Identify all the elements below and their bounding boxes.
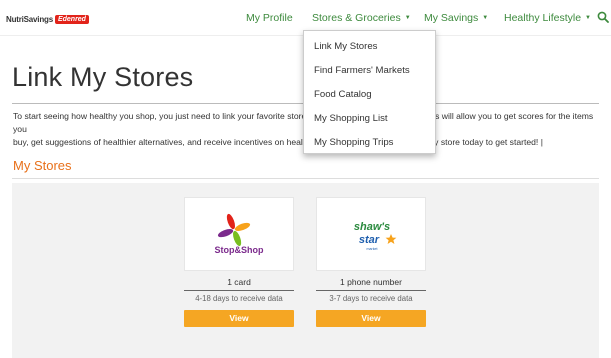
- nav-healthy-lifestyle[interactable]: Healthy Lifestyle ▼: [504, 12, 591, 24]
- view-button-stop-and-shop[interactable]: View: [184, 310, 294, 327]
- store-detail: 1 card: [227, 277, 251, 287]
- stores-panel: Stop&Shop 1 card 4-18 days to receive da…: [12, 183, 599, 358]
- shaws-logo-text: shaw's: [354, 221, 390, 233]
- caret-down-icon: ▼: [585, 15, 591, 21]
- market-logo-text: market: [367, 247, 378, 251]
- nav-healthy-lifestyle-label: Healthy Lifestyle: [504, 12, 582, 24]
- menu-item-link-my-stores[interactable]: Link My Stores: [314, 41, 377, 52]
- my-stores-heading: My Stores: [13, 158, 72, 173]
- search-icon[interactable]: [597, 11, 609, 23]
- store-data-time: 3-7 days to receive data: [329, 294, 413, 303]
- star-logo-text: star: [359, 234, 380, 246]
- nav-my-savings[interactable]: My Savings ▼: [424, 12, 488, 24]
- star-icon: [385, 234, 397, 244]
- stop-and-shop-logo[interactable]: Stop&Shop: [184, 197, 294, 271]
- caret-down-icon: ▼: [404, 15, 411, 21]
- view-button-shaws-star-market[interactable]: View: [316, 310, 426, 327]
- store-divider: [316, 290, 426, 291]
- store-divider: [184, 290, 294, 291]
- page-title: Link My Stores: [12, 62, 194, 92]
- menu-item-find-farmers-markets[interactable]: Find Farmers' Markets: [314, 65, 410, 76]
- store-data-time: 4-18 days to receive data: [195, 294, 283, 303]
- menu-item-food-catalog[interactable]: Food Catalog: [314, 89, 372, 100]
- store-card-shaws-star-market: shaw's star market 1 phone number 3-7 da…: [316, 197, 426, 327]
- caret-down-icon: ▼: [482, 15, 489, 21]
- menu-item-my-shopping-list[interactable]: My Shopping List: [314, 113, 388, 124]
- section-divider: [12, 178, 599, 179]
- nav-stores-groceries[interactable]: Stores & Groceries ▼: [312, 12, 411, 24]
- nutrisavings-logo[interactable]: NutriSavings Edenred: [6, 12, 89, 26]
- nav-my-savings-label: My Savings: [424, 12, 479, 24]
- stores-groceries-dropdown: Link My Stores Find Farmers' Markets Foo…: [303, 30, 436, 154]
- shaws-star-market-logo[interactable]: shaw's star market: [316, 197, 426, 271]
- shaws-star-market-logo-mark: shaw's star market: [354, 221, 397, 251]
- stop-and-shop-logo-mark: Stop&Shop: [215, 213, 264, 255]
- nav-my-profile[interactable]: My Profile: [246, 12, 293, 24]
- store-card-stop-and-shop: Stop&Shop 1 card 4-18 days to receive da…: [184, 197, 294, 327]
- nav-my-profile-label: My Profile: [246, 12, 293, 24]
- menu-item-my-shopping-trips[interactable]: My Shopping Trips: [314, 137, 393, 148]
- store-detail: 1 phone number: [340, 277, 402, 287]
- logo-text: NutriSavings: [6, 14, 53, 24]
- nav-stores-groceries-label: Stores & Groceries: [312, 12, 401, 24]
- stop-and-shop-logo-text: Stop&Shop: [215, 245, 264, 255]
- logo-badge: Edenred: [54, 14, 89, 24]
